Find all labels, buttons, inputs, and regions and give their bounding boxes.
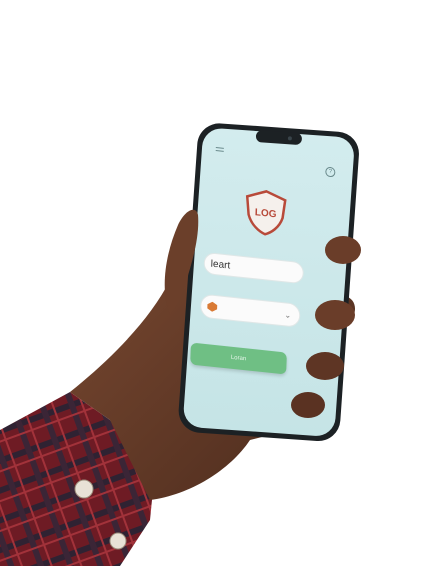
chevron-down-icon[interactable]: ⌄ (284, 310, 291, 320)
login-button[interactable]: Loran (190, 342, 287, 375)
help-icon[interactable]: ? (325, 166, 336, 178)
logo-text: LOG (255, 207, 277, 220)
shield-icon: LOG (245, 190, 287, 236)
account-select[interactable]: ⌄ (199, 293, 301, 328)
account-icon (207, 301, 218, 312)
phone-screen-ui: ? LOG leart ⌄ Loran (190, 142, 342, 447)
sleeve-button (74, 479, 94, 499)
photo-scene: ? LOG leart ⌄ Loran (0, 0, 440, 566)
menu-icon[interactable] (215, 147, 224, 154)
sleeve-button (109, 532, 127, 550)
username-input[interactable]: leart (203, 251, 305, 285)
username-value: leart (210, 258, 231, 272)
